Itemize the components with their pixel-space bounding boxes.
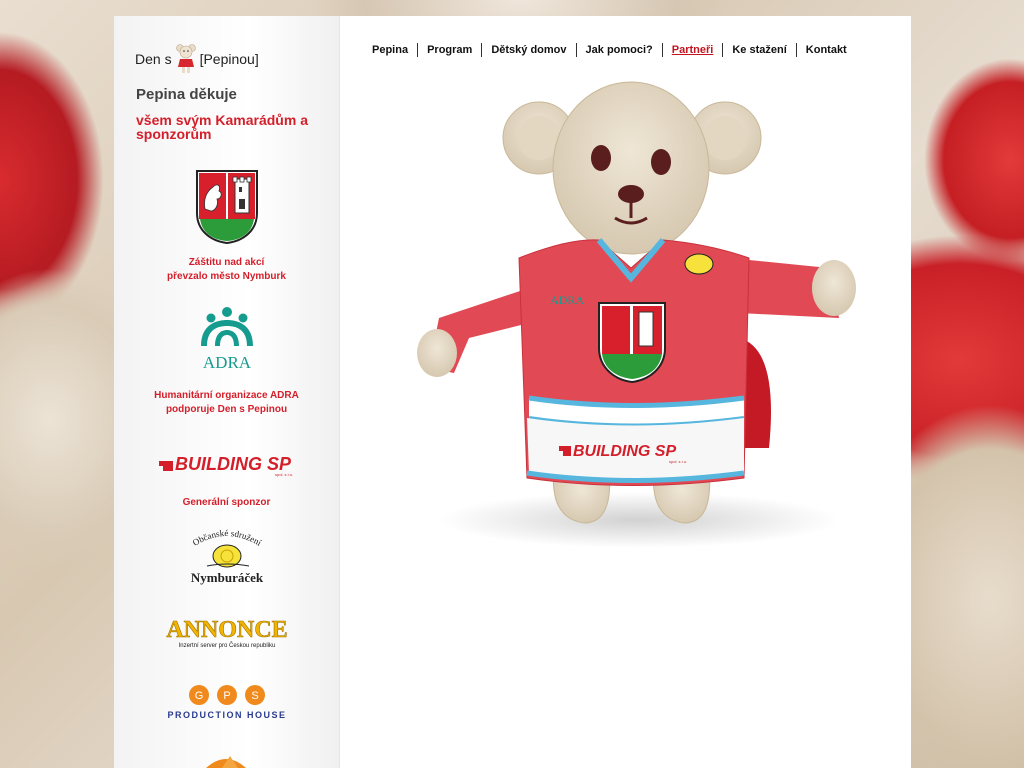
sponsor-adra-caption-2: podporuje Den s Pepinou [165, 404, 288, 415]
svg-text:P: P [223, 690, 230, 702]
gps-logo-icon: G P S PRODUCTION HOUSE [167, 685, 286, 720]
thanks-heading: Pepina děkuje [136, 86, 237, 103]
sponsor-nymburacek[interactable]: Občanské sdružení Nymburáček [114, 524, 339, 591]
sponsor-building-sp-caption: Generální sponzor [182, 497, 271, 508]
nav-ke-stazeni[interactable]: Ke stažení [722, 43, 795, 57]
site-title-prefix: Den s [135, 51, 172, 67]
main-nav: Pepina Program Dětský domov Jak pomoci? … [362, 43, 856, 57]
sponsor-annonce[interactable]: ANNONCE Inzertní server pro Českou repub… [114, 617, 339, 656]
next-sponsor-logo-icon[interactable] [196, 754, 256, 768]
hero-bear-image: ADRA BUILDING SP spol. s r.o. [417, 81, 856, 548]
pepina-mascot-icon [175, 44, 196, 73]
thanks-subheading: všem svým Kamarádům a sponzorům [136, 112, 308, 142]
nymburacek-logo-icon: Občanské sdružení Nymburáček [190, 528, 263, 585]
svg-text:PRODUCTION HOUSE: PRODUCTION HOUSE [167, 710, 286, 720]
svg-text:S: S [251, 690, 258, 702]
sponsor-adra[interactable]: ADRA Humanitární organizace ADRA podporu… [114, 306, 339, 417]
sponsor-nymburk-caption-1: Záštitu nad akcí [188, 257, 265, 268]
nav-pepina[interactable]: Pepina [362, 43, 417, 57]
jersey-building-sp-text: BUILDING SP [573, 443, 676, 460]
jersey-adra-text: ADRA [550, 293, 584, 307]
svg-text:spol. s r.o.: spol. s r.o. [275, 472, 293, 477]
nymburk-coat-of-arms-icon [195, 170, 258, 245]
svg-text:Inzertní server pro Českou rep: Inzertní server pro Českou republiku [178, 642, 275, 649]
nav-program[interactable]: Program [417, 43, 481, 57]
svg-text:ANNONCE: ANNONCE [166, 617, 287, 643]
adra-logo-icon: ADRA [200, 307, 253, 372]
page-frame: Den s [Pepinou] Pepina děkuje všem svým … [114, 16, 911, 768]
nav-kontakt[interactable]: Kontakt [795, 43, 856, 57]
sponsor-adra-caption-1: Humanitární organizace ADRA [154, 390, 299, 401]
sponsor-nymburk[interactable]: Záštitu nad akcí převzalo město Nymburk [114, 169, 339, 284]
site-title-suffix: [Pepinou] [199, 51, 259, 67]
building-sp-logo-icon: BUILDING SP spol. s r.o. [158, 454, 293, 477]
svg-text:Nymburáček: Nymburáček [190, 570, 263, 585]
svg-text:G: G [194, 690, 203, 702]
svg-text:spol. s r.o.: spol. s r.o. [669, 459, 687, 464]
sidebar: Den s [Pepinou] Pepina děkuje všem svým … [114, 16, 340, 768]
annonce-logo-icon: ANNONCE Inzertní server pro Českou repub… [166, 617, 288, 649]
nav-partneri[interactable]: Partneři [661, 43, 723, 57]
sponsor-nymburk-caption-2: převzalo město Nymburk [167, 271, 286, 282]
nav-detsky-domov[interactable]: Dětský domov [481, 43, 575, 57]
sponsor-building-sp[interactable]: BUILDING SP spol. s r.o. Generální sponz… [114, 451, 339, 510]
sponsor-gps[interactable]: G P S PRODUCTION HOUSE [114, 683, 339, 728]
nav-jak-pomoci[interactable]: Jak pomoci? [575, 43, 662, 57]
building-sp-text: BUILDING SP [175, 454, 292, 474]
site-logo[interactable]: Den s [Pepinou] [135, 43, 259, 75]
adra-logo-text: ADRA [202, 353, 251, 372]
